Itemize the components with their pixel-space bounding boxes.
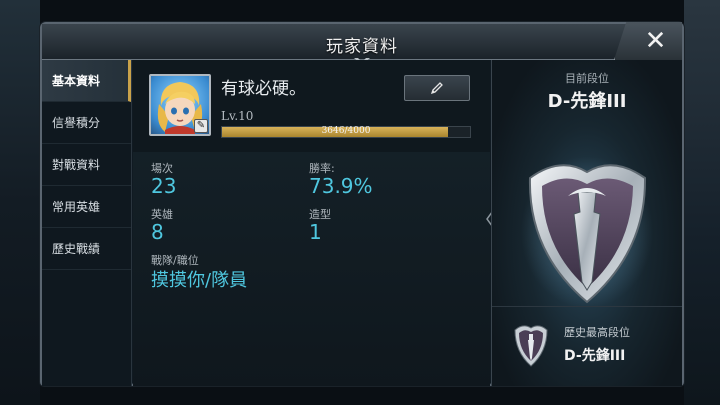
window-title: 玩家資料 bbox=[326, 37, 398, 57]
player-level: Lv.10 bbox=[221, 109, 254, 123]
close-button[interactable]: ✕ bbox=[614, 22, 682, 60]
edit-name-button[interactable] bbox=[404, 75, 470, 101]
sidebar-item-label: 歷史戰績 bbox=[52, 242, 101, 256]
avatar[interactable]: ✎ bbox=[149, 74, 211, 136]
close-icon: ✕ bbox=[644, 26, 667, 56]
matches-value: 23 bbox=[151, 174, 177, 198]
history-rank-name: D-先鋒III bbox=[564, 348, 626, 364]
sidebar-item-label: 基本資料 bbox=[52, 74, 101, 88]
skins-value: 1 bbox=[309, 220, 322, 244]
sidebar-item-label: 信譽積分 bbox=[52, 116, 101, 130]
sidebar-item-label: 常用英雄 bbox=[52, 200, 101, 214]
sidebar-item-label: 對戰資料 bbox=[52, 158, 101, 172]
player-name: 有球必硬。 bbox=[221, 79, 306, 99]
xp-progress-text: 3646/4000 bbox=[321, 126, 371, 136]
title-bar: 玩家資料 ✕ bbox=[42, 22, 682, 65]
player-profile-window: 玩家資料 ✕ 基本資料 信譽積分 對戰資料 常用英雄 歷史戰績 ✎ 有球必硬。 … bbox=[40, 22, 684, 386]
sidebar: 基本資料 信譽積分 對戰資料 常用英雄 歷史戰績 bbox=[42, 60, 132, 386]
xp-progress-bar: 3646/4000 bbox=[221, 126, 471, 138]
sidebar-item-basic-info[interactable]: 基本資料 bbox=[42, 60, 131, 102]
heroes-value: 8 bbox=[151, 220, 164, 244]
rank-shield-emblem-icon bbox=[521, 156, 653, 308]
team-value: 摸摸你/隊員 bbox=[151, 270, 248, 291]
sidebar-item-match-history[interactable]: 歷史戰績 bbox=[42, 228, 131, 270]
rank-divider bbox=[492, 306, 682, 307]
winrate-value: 73.9% bbox=[309, 174, 373, 198]
current-rank-caption: 目前段位 bbox=[565, 72, 609, 85]
sidebar-item-reputation[interactable]: 信譽積分 bbox=[42, 102, 131, 144]
sidebar-item-battle-data[interactable]: 對戰資料 bbox=[42, 144, 131, 186]
sidebar-item-common-heroes[interactable]: 常用英雄 bbox=[42, 186, 131, 228]
history-rank-caption: 歷史最高段位 bbox=[564, 326, 630, 339]
background-right bbox=[684, 0, 720, 405]
history-rank-emblem-icon bbox=[514, 325, 548, 367]
pencil-icon bbox=[430, 82, 443, 95]
rank-panel: 目前段位 D-先鋒III 歷史最高段位 D-先鋒III bbox=[491, 60, 682, 386]
stats-panel: 場次 23 勝率: 73.9% 英雄 8 造型 1 戰隊/職位 摸摸你/隊員 bbox=[133, 152, 490, 386]
current-rank-name: D-先鋒III bbox=[547, 91, 627, 112]
avatar-edit-icon[interactable]: ✎ bbox=[194, 119, 208, 133]
background-left bbox=[0, 0, 40, 405]
main-panel: ✎ 有球必硬。 Lv.10 3646/4000 場次 23 勝率: 73.9% … bbox=[133, 60, 490, 386]
